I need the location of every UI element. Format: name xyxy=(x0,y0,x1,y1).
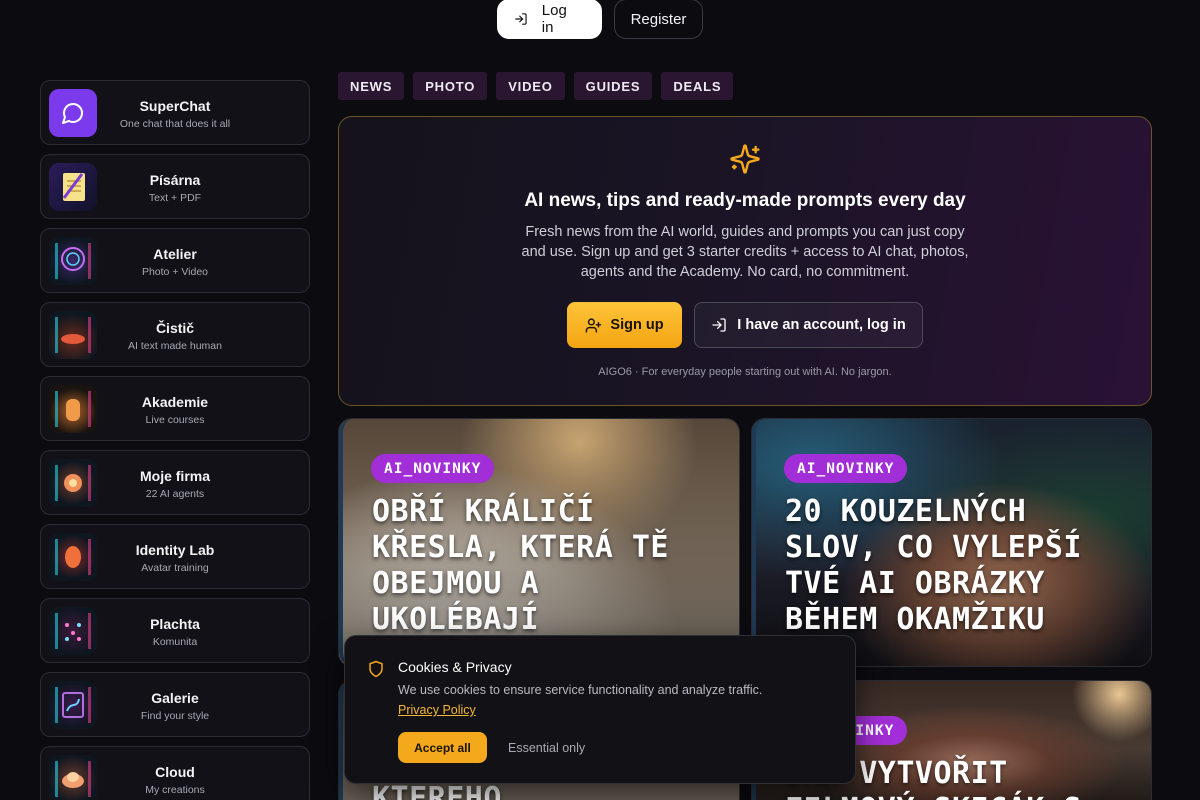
sidebar-item-title: Plachta xyxy=(150,616,200,632)
sidebar-item-moje-firma[interactable]: Moje firma 22 AI agents xyxy=(40,450,310,515)
article-headline: 20 KOUZELNÝCH SLOV, CO VYLEPŠÍ TVÉ AI OB… xyxy=(785,494,1082,637)
sidebar-item-subtitle: Avatar training xyxy=(141,562,209,574)
sidebar-item-pisarna[interactable]: Písárna Text + PDF xyxy=(40,154,310,219)
sidebar-item-title: Identity Lab xyxy=(135,542,215,558)
article-card[interactable]: AI_NOVINKY 20 KOUZELNÝCH SLOV, CO VYLEPŠ… xyxy=(751,418,1152,667)
sidebar-item-title: Atelier xyxy=(153,246,197,262)
hero-title: AI news, tips and ready-made prompts eve… xyxy=(524,190,966,211)
sidebar: SuperChat One chat that does it all Písár… xyxy=(40,80,310,800)
sidebar-item-galerie[interactable]: Galerie Find your style xyxy=(40,672,310,737)
sidebar-item-title: Moje firma xyxy=(139,468,210,484)
sidebar-item-subtitle: My creations xyxy=(145,784,205,796)
sidebar-item-title: Písárna xyxy=(149,172,201,188)
signup-label: Sign up xyxy=(610,317,664,333)
tab-photo[interactable]: PHOTO xyxy=(413,72,488,100)
category-badge: AI_NOVINKY xyxy=(784,454,908,483)
login-icon xyxy=(515,13,527,25)
sidebar-item-subtitle: 22 AI agents xyxy=(145,488,205,500)
hero-description: Fresh news from the AI world, guides and… xyxy=(521,224,969,280)
hero-panel: AI news, tips and ready-made prompts eve… xyxy=(338,116,1152,406)
privacy-policy-link[interactable]: Privacy Policy xyxy=(398,703,476,717)
category-badge: AI_NOVINKY xyxy=(371,454,495,483)
sidebar-item-cistic[interactable]: Čistič AI text made human xyxy=(40,302,310,367)
auth-bar: Log in Register xyxy=(497,0,703,39)
sidebar-item-cloud[interactable]: Cloud My creations xyxy=(40,746,310,800)
sidebar-item-subtitle: AI text made human xyxy=(128,340,222,352)
have-account-label: I have an account, log in xyxy=(737,317,906,333)
page: Log in Register SuperChat One chat that d… xyxy=(0,0,1200,800)
sidebar-item-superchat[interactable]: SuperChat One chat that does it all xyxy=(40,80,310,145)
sidebar-item-subtitle: Text + PDF xyxy=(148,192,202,204)
sidebar-item-title: Akademie xyxy=(141,394,209,410)
sidebar-item-title: Galerie xyxy=(151,690,199,706)
hero-footnote: AIGO6 · For everyday people starting out… xyxy=(598,366,892,378)
login-button[interactable]: Log in xyxy=(497,0,602,39)
category-tabs: NEWS PHOTO VIDEO GUIDES DEALS xyxy=(338,72,734,100)
sidebar-item-subtitle: One chat that does it all xyxy=(119,118,231,130)
login-label: Log in xyxy=(541,2,567,36)
cookie-title: Cookies & Privacy xyxy=(398,659,512,675)
sidebar-item-subtitle: Live courses xyxy=(145,414,205,426)
tab-video[interactable]: VIDEO xyxy=(496,72,565,100)
have-account-login-button[interactable]: I have an account, log in xyxy=(694,302,923,348)
tab-guides[interactable]: GUIDES xyxy=(573,72,653,100)
sidebar-item-atelier[interactable]: Atelier Photo + Video xyxy=(40,228,310,293)
essential-only-button[interactable]: Essential only xyxy=(508,732,585,763)
sidebar-item-subtitle: Photo + Video xyxy=(141,266,209,278)
cookie-text: We use cookies to ensure service functio… xyxy=(398,683,763,697)
sidebar-item-subtitle: Komunita xyxy=(152,636,198,648)
sidebar-item-title: Čistič xyxy=(155,320,195,336)
sidebar-item-subtitle: Find your style xyxy=(140,710,210,722)
login-icon xyxy=(712,318,726,332)
cookie-banner: Cookies & Privacy We use cookies to ensu… xyxy=(344,635,856,784)
signup-button[interactable]: Sign up xyxy=(567,302,682,348)
tab-news[interactable]: NEWS xyxy=(338,72,405,100)
sidebar-item-identity-lab[interactable]: Identity Lab Avatar training xyxy=(40,524,310,589)
shield-icon xyxy=(369,660,383,678)
accept-all-button[interactable]: Accept all xyxy=(398,732,487,763)
sparkles-icon xyxy=(730,144,760,174)
article-card[interactable]: AI_NOVINKY OBŘÍ KRÁLIČÍ KŘESLA, KTERÁ TĚ… xyxy=(338,418,740,667)
tab-deals[interactable]: DEALS xyxy=(661,72,734,100)
article-headline: OBŘÍ KRÁLIČÍ KŘESLA, KTERÁ TĚ OBEJMOU A … xyxy=(372,494,669,637)
sidebar-item-title: Cloud xyxy=(155,764,195,780)
hero-actions: Sign up I have an account, log in xyxy=(339,302,1151,348)
register-button[interactable]: Register xyxy=(614,0,703,39)
user-plus-icon xyxy=(586,317,602,333)
sidebar-item-title: SuperChat xyxy=(139,98,211,114)
sidebar-item-plachta[interactable]: Plachta Komunita xyxy=(40,598,310,663)
sidebar-item-akademie[interactable]: Akademie Live courses xyxy=(40,376,310,441)
